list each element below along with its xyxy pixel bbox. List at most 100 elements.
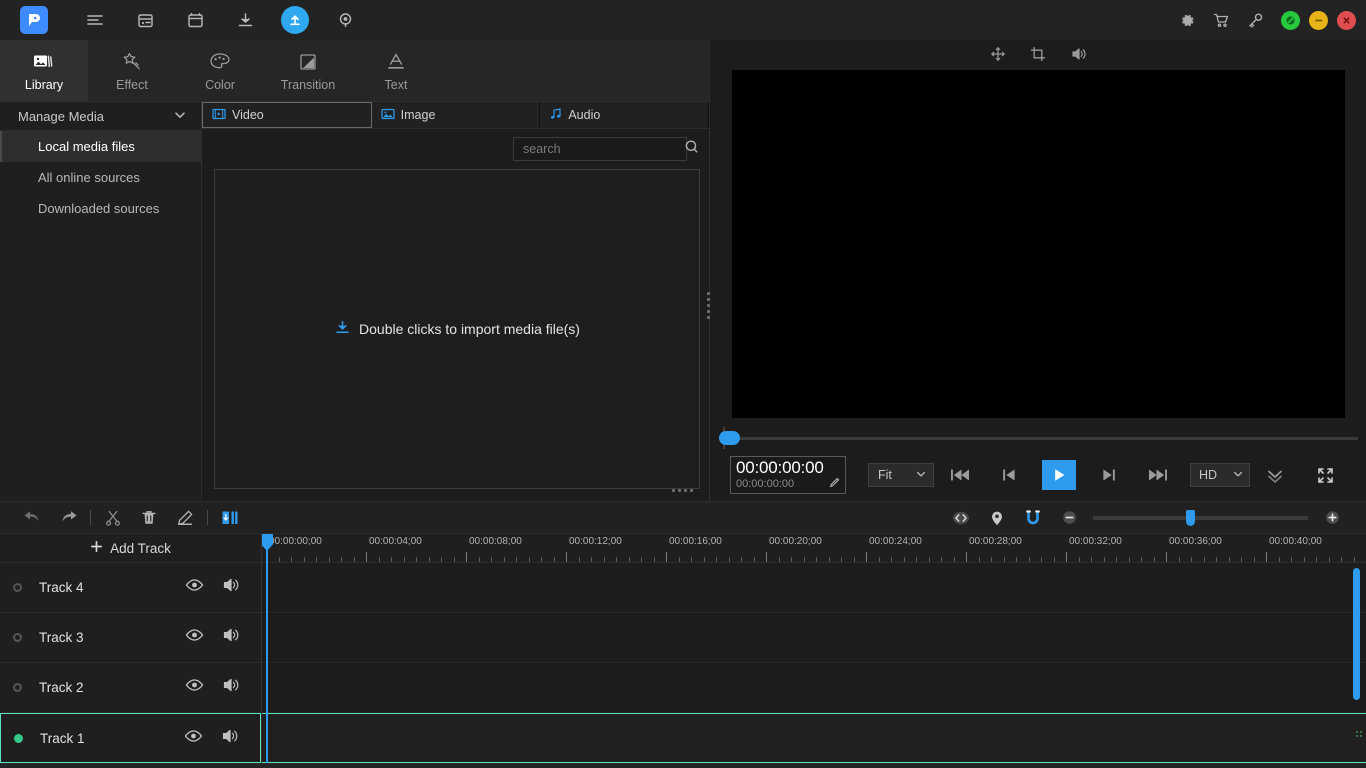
sidebar-item-all-online-sources[interactable]: All online sources — [0, 162, 201, 193]
chevron-down-icon[interactable] — [1232, 468, 1244, 483]
magnet-snap-button[interactable] — [1015, 502, 1051, 534]
jump-to-start-button[interactable] — [934, 449, 984, 501]
eye-icon[interactable] — [185, 628, 204, 647]
play-button-surface[interactable] — [1042, 460, 1076, 490]
zoom-in-button[interactable] — [1314, 502, 1350, 534]
previous-frame-button[interactable] — [984, 449, 1034, 501]
preview-scrubber[interactable] — [710, 427, 1366, 449]
open-project-icon[interactable] — [170, 0, 220, 40]
ruler-minor-tick — [1103, 557, 1105, 562]
add-track-button[interactable]: Add Track — [0, 534, 261, 563]
eye-icon[interactable] — [185, 678, 204, 697]
ruler-minor-tick — [853, 557, 855, 562]
record-icon[interactable] — [320, 0, 370, 40]
key-icon[interactable] — [1238, 0, 1272, 40]
timeline-resize-grip[interactable] — [1356, 731, 1362, 737]
add-marker-button[interactable] — [979, 502, 1015, 534]
timeline-toolbar-left — [0, 502, 248, 534]
media-tab-image[interactable]: Image — [371, 102, 541, 128]
fullscreen-icon[interactable] — [1300, 449, 1350, 501]
media-type-tabs: Video Image Audio — [202, 102, 710, 129]
pencil-icon[interactable] — [829, 477, 840, 492]
timeline-lane[interactable] — [262, 613, 1366, 663]
library-preview-vertical-splitter[interactable] — [704, 286, 713, 324]
chevron-down-icon[interactable] — [915, 468, 927, 483]
close-button[interactable] — [1337, 10, 1356, 30]
fit-scale-select[interactable]: Fit — [868, 463, 934, 487]
tab-effect[interactable]: Effect — [88, 40, 176, 101]
undo-button[interactable] — [14, 502, 50, 534]
track-header-row[interactable]: Track 4 — [0, 563, 261, 613]
media-tab-audio[interactable]: Audio — [540, 102, 710, 128]
manage-media-header[interactable]: Manage Media — [0, 102, 201, 131]
new-project-icon[interactable] — [120, 0, 170, 40]
speaker-icon[interactable] — [222, 627, 241, 648]
library-body: Manage Media Local media files All onlin… — [0, 102, 710, 501]
tab-library[interactable]: Library — [0, 40, 88, 101]
import-icon[interactable] — [220, 0, 270, 40]
redo-button[interactable] — [50, 502, 86, 534]
eye-icon[interactable] — [184, 729, 203, 748]
settings-gear-icon[interactable] — [1170, 0, 1204, 40]
speaker-icon[interactable] — [222, 677, 241, 698]
eye-icon[interactable] — [185, 578, 204, 597]
search-row — [202, 129, 709, 169]
track-header-row-selected[interactable]: Track 1 — [0, 713, 261, 763]
move-tool-icon[interactable] — [990, 46, 1006, 67]
shopping-cart-icon[interactable] — [1204, 0, 1238, 40]
edit-pencil-button[interactable] — [167, 502, 203, 534]
chevron-down-icon[interactable] — [173, 108, 187, 125]
timeline-playhead[interactable] — [262, 534, 273, 763]
track-enable-dot[interactable] — [13, 633, 22, 642]
track-enable-dot[interactable] — [14, 733, 23, 743]
split-scissors-button[interactable] — [95, 502, 131, 534]
chevron-double-down-icon[interactable] — [1250, 449, 1300, 501]
track-enable-dot[interactable] — [13, 583, 22, 592]
timeline-lane[interactable] — [262, 663, 1366, 713]
upper-timeline-horizontal-splitter[interactable] — [672, 489, 693, 492]
zoom-slider[interactable] — [1093, 509, 1308, 526]
ruler-label: 00:00:40;00 — [1269, 536, 1322, 547]
sidebar-item-local-media-files[interactable]: Local media files — [0, 131, 201, 162]
delete-trash-button[interactable] — [131, 502, 167, 534]
timeline-lane-selected[interactable] — [262, 713, 1366, 763]
quality-select[interactable]: HD — [1190, 463, 1250, 487]
zoom-out-button[interactable] — [1051, 502, 1087, 534]
tab-text[interactable]: Text — [352, 40, 440, 101]
track-toggles — [184, 728, 240, 749]
marker-range-button[interactable] — [943, 502, 979, 534]
scrubber-thumb[interactable] — [719, 431, 740, 445]
timeline-toolbar-right — [943, 502, 1350, 534]
split-clip-button[interactable] — [212, 502, 248, 534]
play-button[interactable] — [1034, 449, 1084, 501]
track-header-row[interactable]: Track 3 — [0, 613, 261, 663]
search-box[interactable] — [513, 137, 698, 161]
zoom-slider-thumb[interactable] — [1186, 509, 1195, 526]
crop-tool-icon[interactable] — [1030, 46, 1046, 67]
tab-transition[interactable]: Transition — [264, 40, 352, 101]
search-icon[interactable] — [684, 139, 699, 159]
media-import-dropzone[interactable]: Double clicks to import media file(s) — [214, 169, 700, 489]
preview-video-canvas[interactable] — [731, 70, 1345, 418]
scrubber-track[interactable] — [726, 437, 1358, 440]
sidebar-item-downloaded-sources[interactable]: Downloaded sources — [0, 193, 201, 224]
track-header-row[interactable]: Track 2 — [0, 663, 261, 713]
media-tab-video[interactable]: Video — [202, 102, 372, 128]
timeline-lane[interactable] — [262, 563, 1366, 613]
export-icon[interactable] — [270, 0, 320, 40]
tab-color[interactable]: Color — [176, 40, 264, 101]
search-input[interactable] — [523, 142, 684, 156]
track-enable-dot[interactable] — [13, 683, 22, 692]
speaker-icon[interactable] — [222, 577, 241, 598]
timeline-vertical-scrollbar[interactable] — [1353, 568, 1360, 700]
timeline-ruler[interactable]: 00:00:00;00 00:00:04;00 00:00:08;00 00:00:1… — [262, 534, 1366, 563]
timecode-display[interactable]: 00:00:00:00 00:00:00:00 — [730, 456, 846, 494]
volume-icon[interactable] — [1070, 46, 1087, 67]
speaker-icon[interactable] — [221, 728, 240, 749]
menu-icon[interactable] — [70, 0, 120, 40]
jump-to-end-button[interactable] — [1134, 449, 1184, 501]
timeline-canvas[interactable]: 00:00:00;00 00:00:04;00 00:00:08;00 00:00:1… — [262, 534, 1366, 763]
next-frame-button[interactable] — [1084, 449, 1134, 501]
minimize-to-tray-button[interactable] — [1281, 10, 1300, 30]
minimize-button[interactable] — [1309, 10, 1328, 30]
